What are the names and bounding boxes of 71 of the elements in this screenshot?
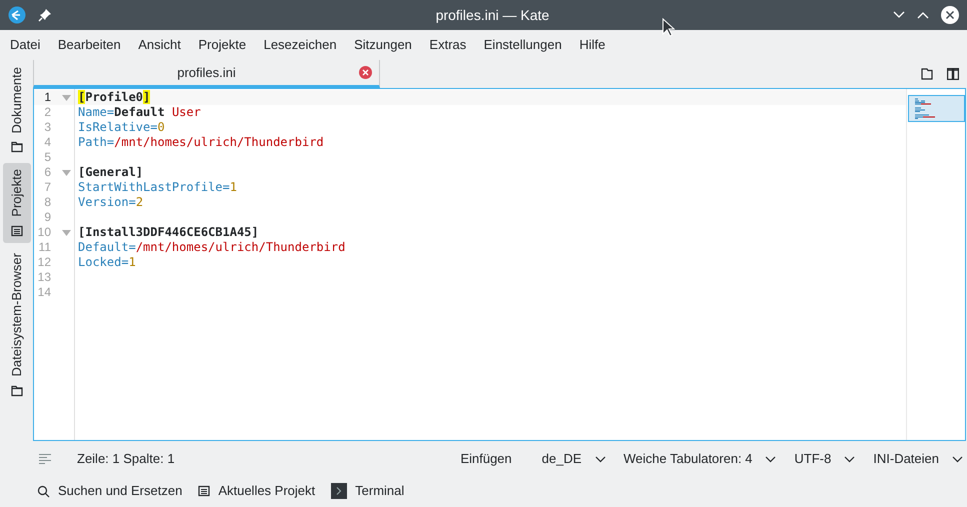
line-number: 3 xyxy=(43,120,51,135)
list-icon xyxy=(198,485,210,497)
line-number: 8 xyxy=(43,195,51,210)
menu-item[interactable]: Projekte xyxy=(192,34,252,54)
code-line: IsRelative=0 xyxy=(78,120,165,135)
code-line: StartWithLastProfile=1 xyxy=(78,180,237,195)
line-number: 7 xyxy=(43,180,51,195)
side-tab[interactable]: Projekte xyxy=(2,163,30,244)
line-number: 11 xyxy=(38,240,51,255)
line-number: 13 xyxy=(36,270,51,285)
code-line: Version=2 xyxy=(78,195,144,210)
side-tab[interactable]: Dateisystem-Browser xyxy=(2,247,30,403)
menu-item[interactable]: Bearbeiten xyxy=(52,34,127,54)
menu-item[interactable]: Einstellungen xyxy=(478,34,568,54)
line-number: 10 xyxy=(36,225,51,240)
chevron-down-icon xyxy=(844,456,856,462)
minimize-icon[interactable] xyxy=(893,11,905,19)
fold-marker-icon[interactable] xyxy=(62,94,71,100)
line-number: 14 xyxy=(36,285,51,300)
chevron-down-icon xyxy=(594,456,606,462)
status-dropdown[interactable]: UTF-8 xyxy=(794,449,856,469)
folder-icon xyxy=(10,141,22,154)
fold-marker-icon[interactable] xyxy=(62,230,71,236)
menu-item[interactable]: Lesezeichen xyxy=(258,34,343,54)
menu-item[interactable]: Ansicht xyxy=(132,34,187,54)
side-tab[interactable]: Dokumente xyxy=(2,61,30,160)
code-line: [Install3DDF446CE6CB1A45] xyxy=(78,225,259,240)
line-number: 6 xyxy=(43,165,51,180)
menu-item[interactable]: Hilfe xyxy=(573,34,612,54)
code-line: Name=Default User xyxy=(78,105,201,120)
line-number: 5 xyxy=(43,150,51,165)
editor-area[interactable] xyxy=(33,88,966,441)
list-icon xyxy=(10,225,22,238)
code-line: Locked=1 xyxy=(78,255,136,270)
minimap-drawing xyxy=(908,95,965,122)
line-number: 9 xyxy=(43,210,51,225)
code-line: [Profile0] xyxy=(78,90,150,105)
menu-item[interactable]: Datei xyxy=(4,34,46,54)
input-mode[interactable]: Einfügen xyxy=(460,449,512,469)
code-line: Path=/mnt/homes/ulrich/Thunderbird xyxy=(78,135,324,150)
split-view-icon[interactable] xyxy=(947,68,959,80)
new-tab-icon[interactable] xyxy=(921,68,933,80)
folder-icon xyxy=(10,384,22,397)
tool-view-button[interactable]: Aktuelles Projekt xyxy=(198,481,316,501)
app-logo-icon xyxy=(8,6,26,24)
tool-view-button[interactable]: Terminal xyxy=(331,481,404,501)
text-align-icon[interactable] xyxy=(39,454,51,464)
line-number: 4 xyxy=(43,135,51,150)
fold-marker-icon[interactable] xyxy=(62,170,71,176)
status-dropdown[interactable]: de_DE xyxy=(542,449,606,469)
chevron-down-icon xyxy=(952,456,963,462)
window-title: profiles.ini — Kate xyxy=(436,6,550,25)
mouse-pointer-icon xyxy=(662,18,675,38)
close-icon[interactable] xyxy=(941,6,959,24)
cursor-position[interactable]: Zeile: 1 Spalte: 1 xyxy=(77,449,175,469)
maximize-icon[interactable] xyxy=(917,11,929,19)
chevron-down-icon xyxy=(765,456,776,462)
tool-view-button[interactable]: Suchen und Ersetzen xyxy=(37,481,182,501)
status-dropdown[interactable]: INI-Dateien xyxy=(873,449,963,469)
status-dropdown[interactable]: Weiche Tabulatoren: 4 xyxy=(624,449,776,469)
code-line: [General] xyxy=(78,165,144,180)
close-tab-icon[interactable] xyxy=(359,66,372,79)
search-icon xyxy=(37,484,50,498)
line-number: 1 xyxy=(43,90,51,105)
menu-item[interactable]: Extras xyxy=(423,34,472,54)
line-number: 2 xyxy=(43,105,51,120)
pin-icon[interactable] xyxy=(38,8,52,22)
code-line: Default=/mnt/homes/ulrich/Thunderbird xyxy=(78,240,346,255)
terminal-icon xyxy=(331,483,348,499)
menu-item[interactable]: Sitzungen xyxy=(348,34,418,54)
line-number: 12 xyxy=(36,255,51,270)
